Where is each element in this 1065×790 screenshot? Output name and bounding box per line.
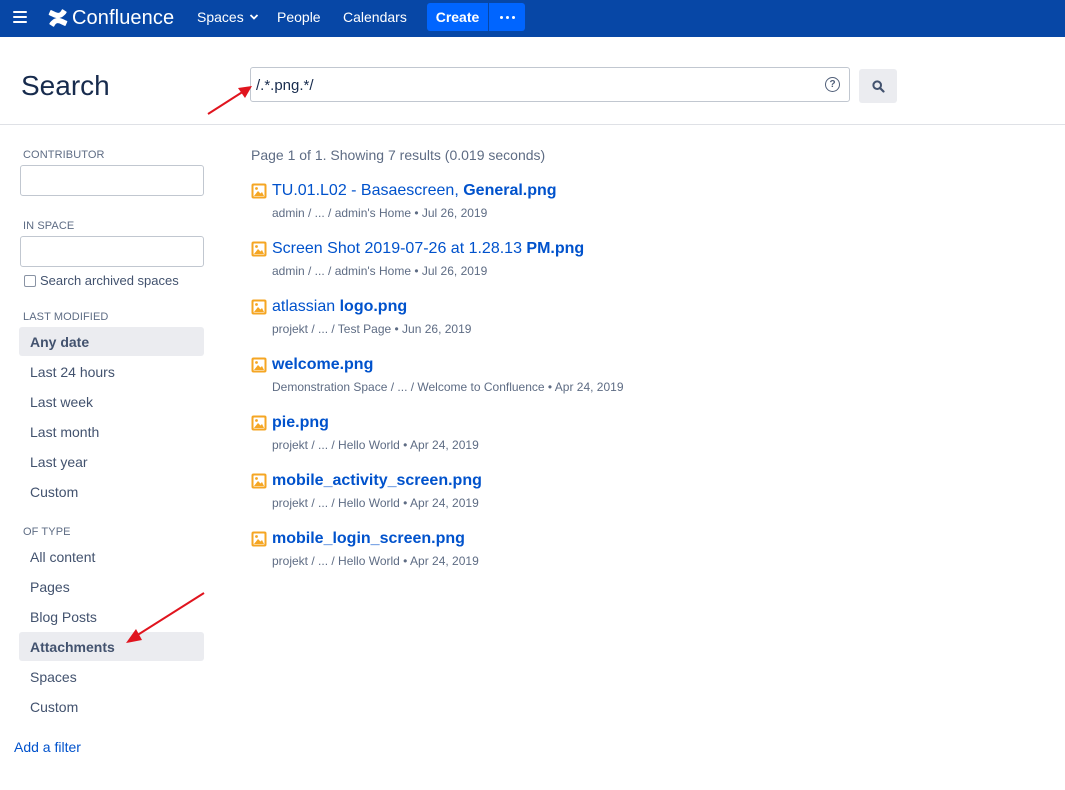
last-modified-year[interactable]: Last year [19,447,204,476]
create-button[interactable]: Create [427,3,488,31]
result-title-match: mobile_login_screen.png [272,530,465,547]
last-modified-24-hours[interactable]: Last 24 hours [19,357,204,386]
result-title-link[interactable]: mobile_activity_screen.png [272,472,482,490]
last-modified-month[interactable]: Last month [19,417,204,446]
type-pages[interactable]: Pages [19,572,204,601]
type-all-content[interactable]: All content [19,542,204,571]
last-modified-custom[interactable]: Custom [19,477,204,506]
last-modified-heading: LAST MODIFIED [23,311,109,323]
last-modified-any-date[interactable]: Any date [19,327,204,356]
search-icon [871,79,885,93]
result-breadcrumb: projekt / ... / Test Page • Jun 26, 2019 [272,322,472,336]
nav-spaces-menu[interactable]: Spaces [197,9,259,25]
top-navigation-bar: Confluence Spaces People Calendars Creat… [0,0,1065,37]
of-type-heading: OF TYPE [23,526,71,538]
result-breadcrumb: admin / ... / admin's Home • Jul 26, 201… [272,206,488,220]
in-space-heading: IN SPACE [23,220,75,232]
nav-spaces-label: Spaces [197,9,244,25]
in-space-field[interactable] [20,236,204,267]
search-result: pie.png projekt / ... / Hello World • Apr… [251,414,951,460]
type-attachments[interactable]: Attachments [19,632,204,661]
archived-spaces-label: Search archived spaces [40,273,179,288]
results-summary: Page 1 of 1. Showing 7 results (0.019 se… [251,147,546,163]
result-title-link[interactable]: welcome.png [272,356,373,374]
nav-people-link[interactable]: People [277,9,321,25]
confluence-logo-icon [48,9,68,27]
archived-spaces-option: Search archived spaces [24,273,179,288]
image-file-icon [251,299,267,315]
logo-text: Confluence [72,6,175,29]
contributor-heading: CONTRIBUTOR [23,149,105,161]
type-custom[interactable]: Custom [19,692,204,721]
image-file-icon [251,531,267,547]
result-title-link[interactable]: pie.png [272,414,329,432]
result-title-link[interactable]: atlassian logo.png [272,298,407,316]
result-title-match: mobile_activity_screen.png [272,472,482,489]
archived-spaces-checkbox[interactable] [24,274,36,287]
result-title-match: PM.png [526,240,585,257]
add-filter-link[interactable]: Add a filter [14,739,81,755]
help-icon[interactable]: ? [825,77,840,92]
confluence-logo[interactable]: Confluence [48,6,174,30]
search-button[interactable] [859,69,897,103]
image-file-icon [251,183,267,199]
result-title-match: logo.png [339,298,408,315]
result-title-text: Screen Shot 2019-07-26 at 1.28.13 [272,240,527,257]
search-result: welcome.png Demonstration Space / ... / W… [251,356,951,402]
result-title-match: welcome.png [272,356,374,373]
result-title-match: pie.png [272,414,329,431]
result-title-link[interactable]: Screen Shot 2019-07-26 at 1.28.13 PM.png [272,240,584,258]
last-modified-week[interactable]: Last week [19,387,204,416]
image-file-icon [251,473,267,489]
search-result: mobile_activity_screen.pngprojekt / ... … [251,472,951,518]
more-create-options-button[interactable] [489,3,525,31]
result-title-link[interactable]: TU.01.L02 - Basaescreen, General.png [272,182,557,200]
result-title-text: TU.01.L02 - Basaescreen, [272,182,464,199]
result-breadcrumb: projekt / ... / Hello World • Apr 24, 20… [272,438,479,452]
result-breadcrumb: Demonstration Space / ... / Welcome to C… [272,380,624,394]
search-result: mobile_login_screen.pngprojekt / ... / H… [251,530,951,576]
header-divider [0,124,1065,125]
result-title-match: General.png [463,182,557,199]
chevron-down-icon [249,14,258,20]
ellipsis-icon [499,15,503,19]
result-breadcrumb: projekt / ... / Hello World • Apr 24, 20… [272,496,479,510]
nav-calendars-link[interactable]: Calendars [343,9,407,25]
search-box: ? [250,67,850,102]
result-breadcrumb: admin / ... / admin's Home • Jul 26, 201… [272,264,488,278]
result-title-link[interactable]: mobile_login_screen.png [272,530,465,548]
type-spaces[interactable]: Spaces [19,662,204,691]
search-result: TU.01.L02 - Basaescreen, General.png admi… [251,182,951,228]
image-file-icon [251,415,267,431]
image-file-icon [251,241,267,257]
result-breadcrumb: projekt / ... / Hello World • Apr 24, 20… [272,554,479,568]
search-result: atlassian logo.png projekt / ... / Test P… [251,298,951,344]
search-result: Screen Shot 2019-07-26 at 1.28.13 PM.png… [251,240,951,286]
image-file-icon [251,357,267,373]
hamburger-menu-icon[interactable] [13,11,27,25]
search-input[interactable] [256,75,816,95]
result-title-text: atlassian [272,298,340,315]
contributor-field[interactable] [20,165,204,196]
type-blog-posts[interactable]: Blog Posts [19,602,204,631]
page-title: Search [21,70,110,101]
